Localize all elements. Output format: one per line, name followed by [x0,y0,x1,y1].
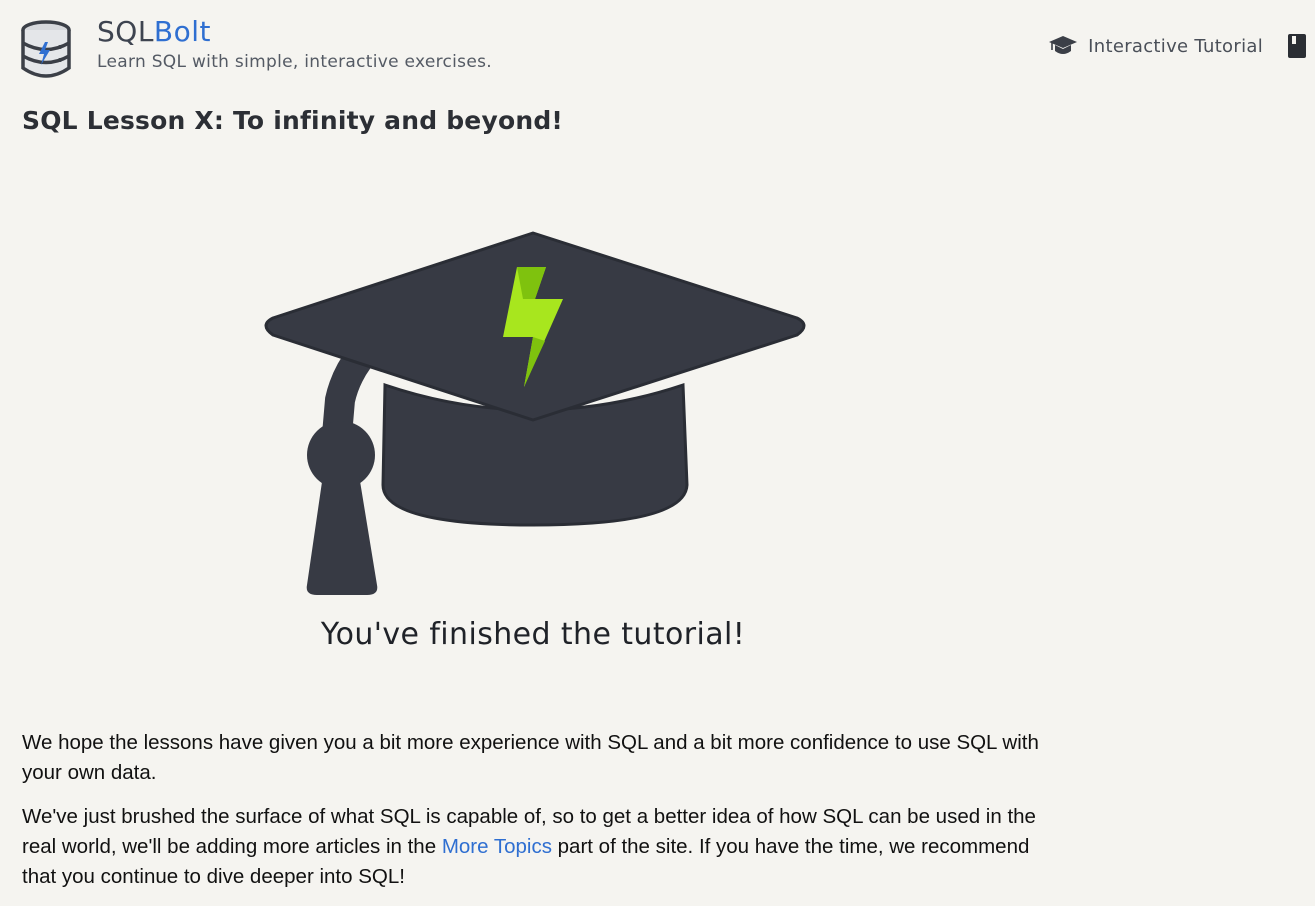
graduation-cap-bolt-illustration [264,231,806,595]
brand-tagline: Learn SQL with simple, interactive exerc… [97,52,492,72]
lesson-title: SQL Lesson X: To infinity and beyond! [22,106,564,135]
lesson-body: We hope the lessons have given you a bit… [22,728,1052,906]
nav-interactive-tutorial[interactable]: Interactive Tutorial [1048,34,1263,58]
brand[interactable]: SQLBolt Learn SQL with simple, interacti… [97,14,492,72]
more-topics-link[interactable]: More Topics [442,835,552,858]
database-bolt-icon[interactable] [20,20,72,78]
book-icon[interactable] [1287,33,1307,59]
paragraph-2: We've just brushed the surface of what S… [22,802,1052,892]
nav-tutorial-label: Interactive Tutorial [1088,35,1263,57]
brand-accent: Bolt [153,15,212,48]
paragraph-1: We hope the lessons have given you a bit… [22,731,1039,784]
site-header: SQLBolt Learn SQL with simple, interacti… [0,0,1315,90]
brand-name[interactable]: SQLBolt [97,14,492,50]
brand-prefix: SQL [97,15,154,48]
top-nav: Interactive Tutorial [1048,30,1315,62]
graduation-cap-icon [1049,36,1078,54]
finished-message: You've finished the tutorial! [320,617,746,652]
